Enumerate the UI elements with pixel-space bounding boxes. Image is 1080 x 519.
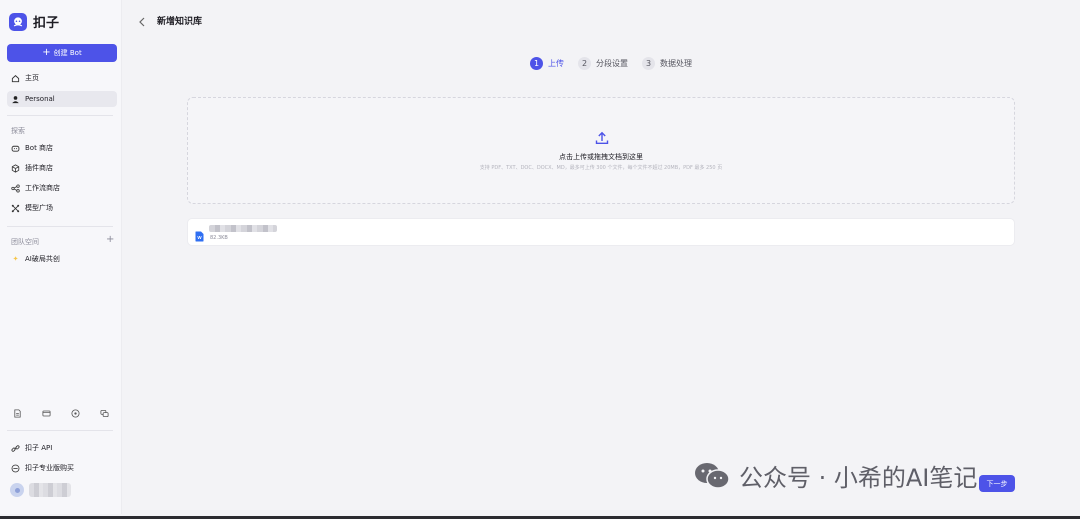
avatar bbox=[10, 483, 24, 497]
file-size: 82.3KB bbox=[210, 235, 228, 241]
doc-icon[interactable] bbox=[12, 408, 22, 418]
step-number: 3 bbox=[642, 57, 655, 70]
help-icon[interactable] bbox=[71, 408, 81, 418]
step-segment-settings: 2 分段设置 bbox=[578, 57, 628, 70]
sidebar-item-label: 扣子 API bbox=[25, 444, 53, 452]
sidebar: 扣子 + 创建 Bot 主页 Personal 探索 Bot 商店 插件商店 工… bbox=[0, 0, 122, 514]
stepper: 1 上传 2 分段设置 3 数据处理 bbox=[530, 57, 692, 70]
sidebar-item-bot-store[interactable]: Bot 商店 bbox=[7, 140, 117, 156]
upload-title: 点击上传或拖拽文档到这里 bbox=[559, 153, 643, 161]
sidebar-tool-row bbox=[12, 408, 110, 418]
sidebar-item-label: 主页 bbox=[25, 74, 39, 82]
link-icon bbox=[11, 444, 20, 453]
sidebar-divider bbox=[7, 430, 113, 431]
brand-name: 扣子 bbox=[33, 16, 60, 31]
upload-dropzone[interactable]: 点击上传或拖拽文档到这里 支持 PDF、TXT、DOC、DOCX、MD，最多可上… bbox=[187, 97, 1015, 204]
sidebar-item-label: 扣子专业版购买 bbox=[25, 464, 74, 472]
brand[interactable]: 扣子 bbox=[9, 12, 59, 31]
blurred-username bbox=[29, 483, 71, 497]
cube-icon bbox=[11, 163, 20, 173]
step-label: 上传 bbox=[548, 59, 564, 68]
coze-logo-icon bbox=[9, 12, 27, 31]
upload-hint: 支持 PDF、TXT、DOC、DOCX、MD，最多可上传 300 个文件，每个文… bbox=[479, 165, 723, 171]
mail-icon[interactable] bbox=[41, 408, 51, 418]
sidebar-item-label: 模型广场 bbox=[25, 204, 53, 212]
step-number: 1 bbox=[530, 57, 543, 70]
watermark: 公众号 · 小希的AI笔记 bbox=[693, 458, 977, 493]
model-icon bbox=[11, 204, 20, 213]
next-step-button[interactable]: 下一步 bbox=[979, 475, 1015, 492]
sidebar-divider bbox=[7, 115, 113, 116]
plus-icon: + bbox=[42, 47, 51, 58]
back-arrow-icon[interactable] bbox=[138, 13, 146, 27]
sidebar-item-personal[interactable]: Personal bbox=[7, 91, 117, 107]
word-icon: W bbox=[195, 227, 204, 242]
uploaded-file-card[interactable]: W 82.3KB bbox=[187, 218, 1015, 246]
create-bot-button[interactable]: + 创建 Bot bbox=[7, 44, 117, 62]
create-bot-label: 创建 Bot bbox=[53, 49, 82, 57]
workflow-icon bbox=[11, 183, 20, 193]
step-upload: 1 上传 bbox=[530, 57, 564, 70]
team-section-label: 团队空间 bbox=[11, 238, 39, 246]
sidebar-item-team-ai[interactable]: ✦ AI破局共创 bbox=[7, 251, 117, 267]
sidebar-divider bbox=[7, 226, 113, 227]
step-number: 2 bbox=[578, 57, 591, 70]
sidebar-item-label: AI破局共创 bbox=[25, 255, 60, 263]
sidebar-item-label: Personal bbox=[25, 95, 55, 103]
chat-icon[interactable] bbox=[100, 408, 110, 418]
add-team-button[interactable]: + bbox=[106, 235, 114, 245]
watermark-text: 公众号 · 小希的AI笔记 bbox=[739, 464, 978, 492]
sidebar-item-pro-purchase[interactable]: 扣子专业版购买 bbox=[7, 460, 117, 476]
home-icon bbox=[11, 74, 20, 83]
explore-section-label: 探索 bbox=[11, 127, 25, 135]
spark-icon: ✦ bbox=[12, 255, 19, 263]
upload-icon bbox=[595, 130, 609, 144]
bot-icon bbox=[11, 144, 20, 153]
page-title: 新增知识库 bbox=[157, 17, 203, 27]
sidebar-item-plugin-store[interactable]: 插件商店 bbox=[7, 160, 117, 176]
sidebar-item-coze-api[interactable]: 扣子 API bbox=[7, 440, 117, 456]
step-label: 数据处理 bbox=[660, 59, 692, 68]
sidebar-item-label: 插件商店 bbox=[25, 164, 53, 172]
step-label: 分段设置 bbox=[596, 59, 628, 68]
wechat-logo-icon bbox=[695, 462, 730, 489]
user-profile[interactable] bbox=[10, 483, 71, 497]
user-icon bbox=[11, 95, 20, 104]
sidebar-item-label: 工作流商店 bbox=[25, 184, 60, 192]
sidebar-item-home[interactable]: 主页 bbox=[7, 70, 117, 86]
sidebar-item-workflow-store[interactable]: 工作流商店 bbox=[7, 180, 117, 196]
blurred-file-name bbox=[209, 225, 277, 232]
sidebar-item-model-square[interactable]: 模型广场 bbox=[7, 200, 117, 216]
ban-icon bbox=[11, 464, 20, 473]
step-data-processing: 3 数据处理 bbox=[642, 57, 692, 70]
sidebar-item-label: Bot 商店 bbox=[25, 144, 54, 152]
